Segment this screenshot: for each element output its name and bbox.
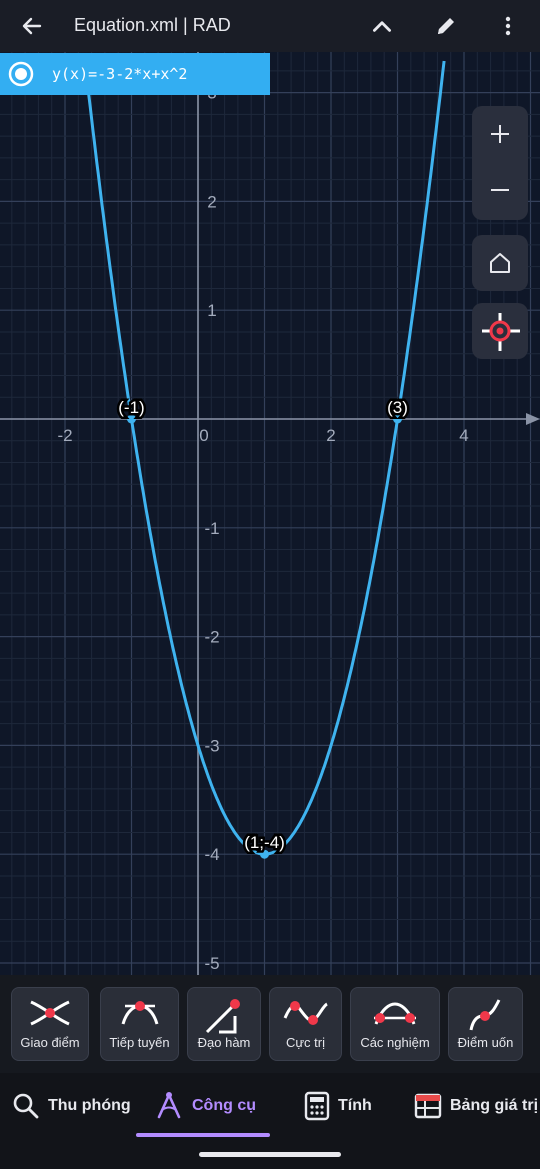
intersection-icon (30, 1000, 70, 1026)
nav-calculate[interactable]: Tính (304, 1091, 372, 1121)
tool-label: Điểm uốn (457, 1035, 514, 1050)
table-icon (414, 1093, 442, 1119)
nav-value-table[interactable]: Bảng giá trị (414, 1091, 538, 1121)
zoom-out-button[interactable] (472, 162, 528, 218)
y-tick-label: -3 (204, 736, 219, 755)
home-icon (490, 253, 510, 273)
y-tick-label: -5 (204, 954, 219, 973)
x-tick-label: 4 (459, 426, 468, 445)
tool-inflection-button[interactable]: Điểm uốn (448, 987, 523, 1061)
y-tick-label: 2 (207, 192, 216, 211)
tangent-icon (121, 1001, 158, 1025)
equation-visible-radio-icon[interactable] (8, 61, 34, 87)
tools-panel: Giao điểm Tiếp tuyến Đạo hàm Cực trị Các… (0, 975, 540, 1073)
derivative-icon (205, 999, 240, 1034)
minus-icon (491, 189, 509, 191)
tool-roots-button[interactable]: Các nghiệm (350, 987, 440, 1061)
roots-icon (374, 1002, 416, 1025)
nav-label: Công cụ (192, 1097, 256, 1114)
tool-label: Đạo hàm (197, 1035, 251, 1050)
calculator-icon (304, 1091, 330, 1121)
nav-label: Tính (338, 1097, 372, 1114)
equation-label: y(x)=-3-2*x+x^2 (52, 65, 188, 83)
back-arrow-icon[interactable] (14, 8, 50, 44)
zoom-in-button[interactable] (472, 106, 528, 162)
nav-zoom[interactable]: Thu phóng (12, 1091, 131, 1121)
x-tick-label: 2 (326, 426, 335, 445)
active-tab-indicator (136, 1133, 270, 1137)
extremum-icon (283, 1001, 328, 1025)
zoom-controls (472, 106, 528, 220)
nav-label: Thu phóng (48, 1097, 131, 1114)
tool-intersection-button[interactable]: Giao điểm (11, 987, 89, 1061)
point-label: (1;-4) (244, 833, 285, 852)
inflection-icon (469, 999, 500, 1031)
tools-icon (157, 1092, 181, 1119)
point-label: (3) (387, 398, 408, 417)
plus-icon (491, 125, 509, 143)
top-app-bar: Equation.xml | RAD (0, 0, 540, 52)
y-tick-label: -4 (204, 845, 219, 864)
home-view-button[interactable] (472, 235, 528, 291)
system-home-indicator[interactable] (199, 1152, 341, 1157)
y-tick-label: 1 (207, 301, 216, 320)
chevron-up-icon[interactable] (364, 8, 400, 44)
crosshair-target-icon (482, 313, 520, 351)
equation-bar[interactable]: y(x)=-3-2*x+x^2 (0, 53, 270, 95)
search-icon (13, 1093, 39, 1119)
x-tick-label: 0 (199, 426, 208, 445)
tool-tangent-button[interactable]: Tiếp tuyến (100, 987, 179, 1061)
y-tick-label: -2 (204, 628, 219, 647)
x-tick-label: -2 (57, 426, 72, 445)
graph-canvas[interactable]: -2024321-1-2-3-4-5-6(-1)(3)(1;-4) (0, 52, 540, 975)
edit-pencil-icon[interactable] (428, 8, 464, 44)
point-label: (-1) (118, 398, 144, 417)
tool-extremum-button[interactable]: Cực trị (269, 987, 342, 1061)
tool-label: Cực trị (285, 1035, 326, 1050)
tool-label: Giao điểm (20, 1035, 80, 1050)
tool-label: Các nghiệm (360, 1035, 430, 1050)
nav-label: Bảng giá trị (450, 1097, 539, 1114)
nav-tools[interactable]: Công cụ (154, 1091, 256, 1121)
page-title: Equation.xml | RAD (74, 15, 231, 35)
y-tick-label: -1 (204, 519, 219, 538)
more-options-icon[interactable] (490, 8, 526, 44)
locate-button[interactable] (472, 303, 528, 359)
tool-label: Tiếp tuyến (109, 1035, 170, 1050)
tool-derivative-button[interactable]: Đạo hàm (187, 987, 261, 1061)
